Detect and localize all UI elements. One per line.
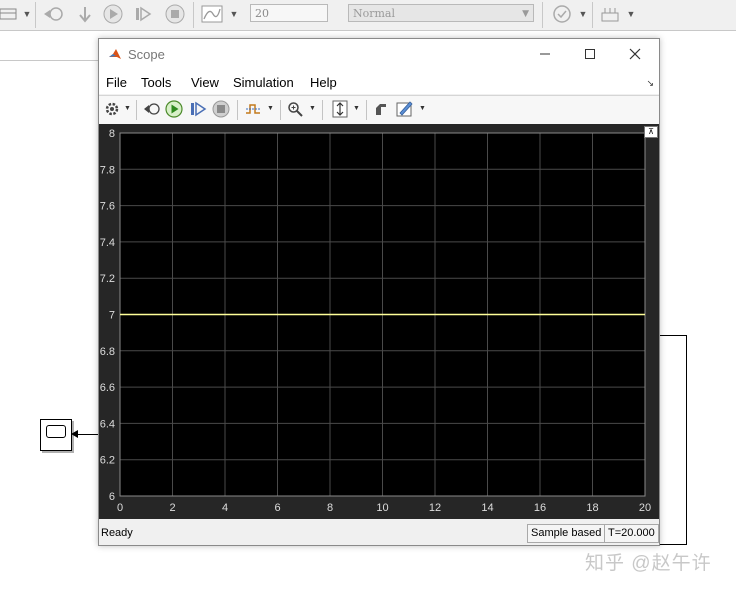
toolbar-separator — [592, 2, 593, 28]
x-tick-label: 14 — [481, 502, 493, 514]
y-tick-label: 7.6 — [100, 201, 115, 213]
run-icon[interactable] — [101, 3, 125, 25]
stop-icon[interactable] — [212, 100, 230, 118]
simulation-time-indicator: T=20.000 — [604, 524, 659, 543]
signal-wire[interactable] — [78, 434, 99, 435]
window-title: Scope — [128, 47, 165, 62]
pin-icon[interactable]: ↘ — [646, 78, 654, 89]
scale-axes-icon[interactable] — [331, 100, 349, 118]
simulation-mode-value: Normal — [353, 7, 396, 20]
step-forward-icon[interactable] — [131, 3, 155, 25]
toolbar-separator — [237, 100, 238, 120]
y-tick-label: 7 — [109, 310, 115, 322]
signal-arrow-icon — [71, 430, 78, 438]
x-tick-label: 10 — [376, 502, 388, 514]
signal-wire[interactable] — [686, 335, 687, 545]
y-tick-label: 7.4 — [100, 237, 115, 249]
y-tick-label: 7.8 — [100, 164, 115, 176]
x-tick-label: 0 — [117, 502, 123, 514]
y-tick-label: 6.6 — [100, 382, 115, 394]
signal-wire[interactable] — [657, 335, 687, 336]
minimize-button[interactable] — [530, 43, 560, 65]
scale-axes-dropdown-icon[interactable]: ▼ — [353, 105, 360, 112]
settings-icon[interactable] — [103, 100, 121, 118]
scope-settings-icon[interactable] — [199, 3, 225, 25]
chevron-down-icon: ▼ — [522, 9, 529, 19]
y-tick-label: 6.4 — [100, 418, 115, 430]
x-tick-label: 20 — [639, 502, 651, 514]
expand-toolstrip-button[interactable]: ⊼ — [644, 126, 658, 138]
style-icon[interactable] — [396, 100, 414, 118]
x-tick-label: 2 — [169, 502, 175, 514]
menu-bar: File Tools View Simulation Help ↘ — [99, 69, 659, 94]
run-icon[interactable] — [165, 100, 183, 118]
simulation-mode-select[interactable]: Normal ▼ — [348, 4, 534, 22]
plot-svg: 0 2 4 6 8 10 12 14 16 18 20 6 6.2 6.4 6.6 6.8 7 7.2 7.4 7.6… — [100, 128, 651, 514]
step-forward-icon[interactable] — [189, 100, 207, 118]
menu-file[interactable]: File — [106, 75, 127, 90]
triggers-dropdown-icon[interactable]: ▼ — [267, 105, 274, 112]
stop-time-field[interactable]: 20 — [250, 4, 328, 22]
simulink-toolbar: ▼ ▼ 20 Normal ▼ ▼ ▼ — [0, 0, 736, 31]
toolbar-separator — [136, 100, 137, 120]
y-tick-label: 6.2 — [100, 455, 115, 467]
toolbar-separator — [193, 2, 194, 28]
x-tick-label: 8 — [327, 502, 333, 514]
highlight-signal-icon[interactable] — [372, 100, 390, 118]
scope-toolbar: ▼ ▼ ▼ ▼ ▼ — [99, 95, 659, 125]
stop-icon[interactable] — [163, 3, 187, 25]
toolbar-separator — [366, 100, 367, 120]
restore-icon[interactable] — [143, 100, 161, 118]
library-browser-icon[interactable] — [0, 3, 20, 25]
style-dropdown-icon[interactable]: ▼ — [419, 105, 426, 112]
x-tick-label: 12 — [429, 502, 441, 514]
library-dropdown-icon[interactable]: ▼ — [22, 3, 32, 25]
matlab-logo-icon — [109, 49, 121, 59]
scope-window: Scope File Tools View Simulation Help ↘ … — [98, 38, 660, 546]
y-tick-label: 6 — [109, 491, 115, 503]
menu-view[interactable]: View — [191, 75, 219, 90]
menu-help[interactable]: Help — [310, 75, 337, 90]
status-bar: Ready Sample based T=20.000 — [99, 521, 659, 545]
close-button[interactable] — [620, 43, 650, 65]
toolbar-separator — [35, 2, 36, 28]
y-tick-label: 7.2 — [100, 273, 115, 285]
toolbar-separator — [542, 2, 543, 28]
x-tick-label: 16 — [534, 502, 546, 514]
display-block-icon — [46, 425, 66, 438]
title-bar[interactable]: Scope — [99, 39, 659, 69]
settings-dropdown-icon[interactable]: ▼ — [124, 105, 131, 112]
triggers-icon[interactable] — [244, 100, 262, 118]
status-text: Ready — [101, 527, 133, 539]
build-dropdown-icon[interactable]: ▼ — [626, 3, 636, 25]
menu-tools[interactable]: Tools — [141, 75, 171, 90]
maximize-button[interactable] — [575, 43, 605, 65]
canvas-divider — [0, 60, 98, 61]
x-tick-label: 4 — [222, 502, 228, 514]
scope-settings-dropdown-icon[interactable]: ▼ — [229, 3, 239, 25]
toolbar-separator — [322, 100, 323, 120]
plot-area[interactable]: 0 2 4 6 8 10 12 14 16 18 20 6 6.2 6.4 6.6 6.8 7 7.2 7.4 7.6… — [99, 124, 659, 519]
zoom-icon[interactable] — [286, 100, 304, 118]
model-advisor-dropdown-icon[interactable]: ▼ — [578, 3, 588, 25]
y-tick-label: 8 — [109, 128, 115, 140]
x-tick-label: 18 — [586, 502, 598, 514]
y-tick-label: 6.8 — [100, 346, 115, 358]
x-tick-label: 6 — [274, 502, 280, 514]
zoom-dropdown-icon[interactable]: ▼ — [309, 105, 316, 112]
toolbar-separator — [280, 100, 281, 120]
step-back-icon[interactable] — [40, 3, 66, 25]
display-block[interactable] — [40, 419, 72, 451]
build-icon[interactable] — [598, 3, 622, 25]
sample-mode-indicator: Sample based — [527, 524, 606, 543]
model-advisor-icon[interactable] — [550, 3, 574, 25]
watermark: 知乎 @赵午许 — [585, 553, 712, 574]
step-back-alt-icon[interactable] — [72, 3, 98, 25]
menu-simulation[interactable]: Simulation — [233, 75, 294, 90]
